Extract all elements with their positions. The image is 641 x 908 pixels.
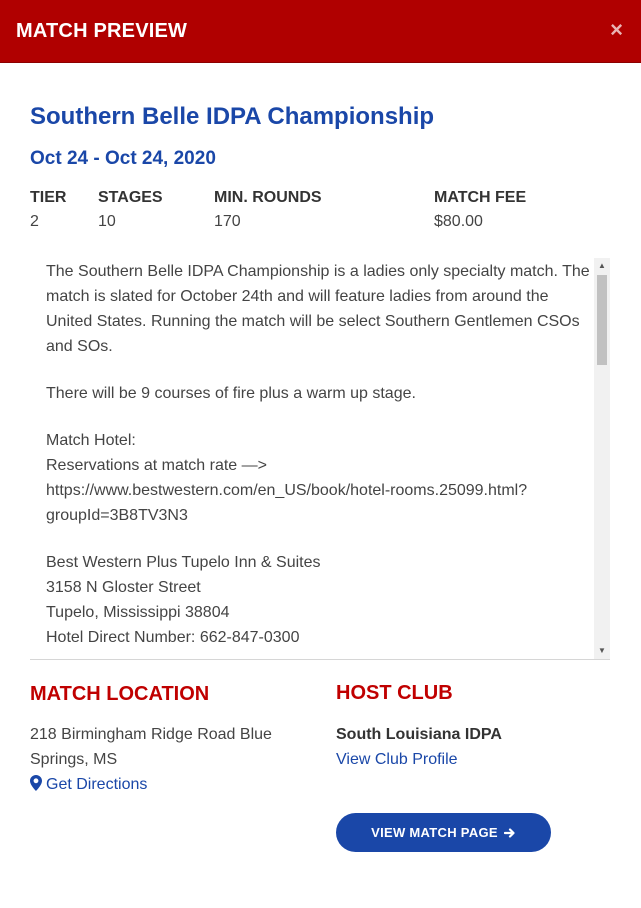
hotel-url: https://www.bestwestern.com/en_US/book/h… xyxy=(46,482,528,499)
hotel-url: groupId=3B8TV3N3 xyxy=(46,507,188,524)
min-rounds-value: 170 xyxy=(214,213,241,230)
view-match-page-label: VIEW MATCH PAGE xyxy=(371,825,498,840)
match-location-heading: MATCH LOCATION xyxy=(30,683,210,705)
description-text: The Southern Belle IDPA Championship is … xyxy=(46,258,594,659)
match-fee-label: MATCH FEE xyxy=(434,189,527,206)
description-panel[interactable]: The Southern Belle IDPA Championship is … xyxy=(30,258,610,660)
view-club-profile-label[interactable]: View Club Profile xyxy=(336,751,458,768)
map-marker-icon xyxy=(30,775,42,791)
hotel-phone: Hotel Direct Number: 662-847-0300 xyxy=(46,629,300,646)
hotel-label: Match Hotel: xyxy=(46,432,136,449)
hotel-street: 3158 N Gloster Street xyxy=(46,579,201,596)
match-fee-value: $80.00 xyxy=(434,213,483,230)
host-club-heading: HOST CLUB xyxy=(336,682,453,704)
scroll-up-icon[interactable]: ▲ xyxy=(594,258,610,274)
description-paragraph: The Southern Belle IDPA Championship is … xyxy=(46,263,590,355)
host-club-name: South Louisiana IDPA xyxy=(336,726,502,743)
get-directions-label[interactable]: Get Directions xyxy=(46,776,147,793)
tier-value: 2 xyxy=(30,213,39,230)
match-preview-modal: MATCH PREVIEW × Southern Belle IDPA Cham… xyxy=(0,0,641,908)
hotel-name: Best Western Plus Tupelo Inn & Suites xyxy=(46,554,321,571)
modal-header: MATCH PREVIEW × xyxy=(0,0,641,63)
scrollbar-thumb[interactable] xyxy=(597,275,607,365)
arrow-right-icon xyxy=(503,827,515,838)
location-address: 218 Birmingham Ridge Road Blue Springs, … xyxy=(30,726,272,768)
modal-title: MATCH PREVIEW xyxy=(16,20,188,42)
match-date: Oct 24 - Oct 24, 2020 xyxy=(30,148,216,169)
match-title: Southern Belle IDPA Championship xyxy=(30,103,435,130)
stages-value: 10 xyxy=(98,213,116,230)
close-icon[interactable]: × xyxy=(610,16,623,44)
hotel-city: Tupelo, Mississippi 38804 xyxy=(46,604,230,621)
description-paragraph: There will be 9 courses of fire plus a w… xyxy=(46,385,416,402)
scrollbar[interactable]: ▲ ▼ xyxy=(594,258,610,659)
view-club-profile-link[interactable]: View Club Profile xyxy=(336,747,458,772)
stages-label: STAGES xyxy=(98,189,163,206)
get-directions-link[interactable]: Get Directions xyxy=(30,772,147,797)
min-rounds-label: MIN. ROUNDS xyxy=(214,189,322,206)
tier-label: TIER xyxy=(30,189,67,206)
scroll-down-icon[interactable]: ▼ xyxy=(594,643,610,659)
hotel-reservations: Reservations at match rate —> xyxy=(46,457,267,474)
view-match-page-button[interactable]: VIEW MATCH PAGE xyxy=(336,813,551,852)
